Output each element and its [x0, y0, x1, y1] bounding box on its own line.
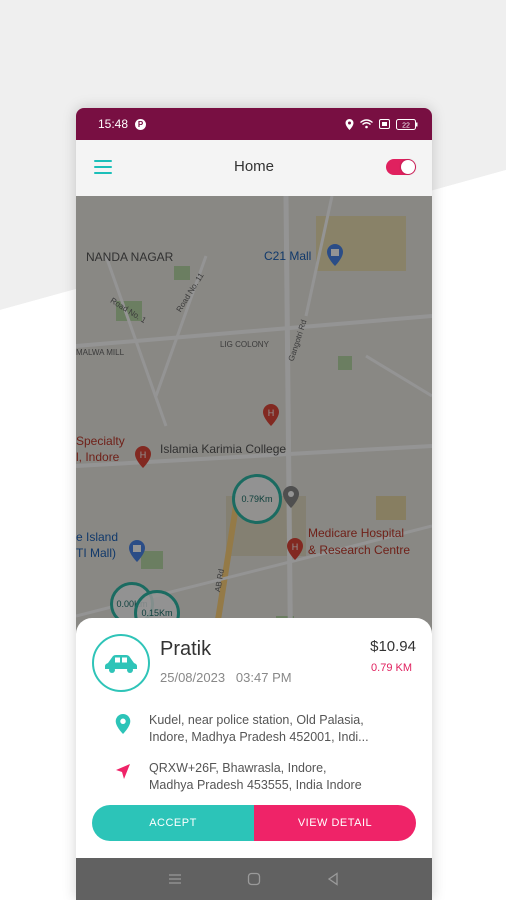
battery-level: 22 — [402, 122, 410, 129]
pickup-address: Kudel, near police station, Old Palasia,… — [149, 712, 399, 746]
status-icons: 22 — [345, 118, 418, 130]
system-nav-bar — [76, 858, 432, 900]
status-time: 15:48 — [98, 117, 129, 131]
ride-request-card: Pratik 25/08/2023 03:47 PM $10.94 0.79 K… — [76, 618, 432, 858]
ride-distance: 0.79 KM — [371, 662, 412, 674]
location-status-icon — [345, 118, 354, 130]
shopping-icon — [327, 244, 343, 266]
hospital-icon: H — [263, 404, 279, 426]
map-label-medicare-2: & Research Centre — [308, 543, 411, 557]
ride-price: $10.94 — [370, 638, 416, 655]
svg-text:H: H — [140, 450, 147, 460]
location-pin-icon — [115, 714, 131, 734]
drop-address-line2: Madhya Pradesh 453555, India Indore — [149, 778, 362, 792]
accept-button[interactable]: ACCEPT — [92, 805, 254, 841]
map-label-malwa-mill: MALWA MILL — [76, 348, 125, 357]
svg-text:H: H — [292, 542, 299, 552]
avatar — [92, 634, 150, 692]
driver-cluster-marker[interactable]: 0.79Km — [232, 474, 282, 524]
notification-badge: P — [135, 118, 147, 130]
pickup-address-line2: Indore, Madhya Pradesh 452001, Indi... — [149, 730, 369, 744]
app-bar: Home — [76, 140, 432, 196]
view-detail-button[interactable]: VIEW DETAIL — [254, 805, 416, 841]
recents-icon[interactable] — [166, 870, 184, 888]
navigation-arrow-icon — [116, 764, 130, 779]
phone-screen: 15:48 P 22 Home NANDA NAGAR C21 Mall Roa… — [76, 108, 432, 900]
drop-address: QRXW+26F, Bhawrasla, Indore, Madhya Prad… — [149, 760, 399, 794]
location-poi-icon — [283, 486, 299, 508]
map-label-islamia: Islamia Karimia College — [160, 442, 287, 456]
status-bar: 15:48 P 22 — [76, 108, 432, 140]
map-label-indore: l, Indore — [76, 450, 120, 464]
hospital-icon: H — [135, 446, 151, 468]
pickup-address-line1: Kudel, near police station, Old Palasia, — [149, 713, 364, 727]
car-icon — [105, 655, 137, 673]
rider-name: Pratik — [160, 638, 212, 660]
map-label-c21-mall: C21 Mall — [264, 249, 312, 263]
drop-address-line1: QRXW+26F, Bhawrasla, Indore, — [149, 761, 327, 775]
back-icon[interactable] — [324, 870, 342, 888]
ride-time: 03:47 PM — [235, 670, 292, 685]
ride-datetime: 25/08/2023 03:47 PM — [160, 670, 292, 685]
ride-date: 25/08/2023 — [160, 670, 226, 685]
sim-icon — [379, 119, 390, 129]
toggle-knob — [401, 160, 415, 174]
hospital-icon: H — [287, 538, 303, 560]
home-icon[interactable] — [245, 870, 263, 888]
page-title: Home — [233, 158, 274, 175]
map-label-lig-colony: LIG COLONY — [220, 340, 269, 349]
map-label-nanda-nagar: NANDA NAGAR — [86, 250, 174, 264]
map-label-medicare-1: Medicare Hospital — [308, 526, 405, 540]
battery-icon: 22 — [396, 118, 418, 130]
wifi-icon — [360, 119, 373, 129]
map-label-ti-mall: TI Mall) — [76, 546, 116, 560]
map-label-island: e Island — [76, 530, 119, 544]
online-toggle[interactable] — [386, 159, 416, 175]
shopping-icon — [129, 540, 145, 562]
svg-text:H: H — [268, 408, 275, 418]
map-label-specialty: Specialty — [76, 434, 125, 448]
